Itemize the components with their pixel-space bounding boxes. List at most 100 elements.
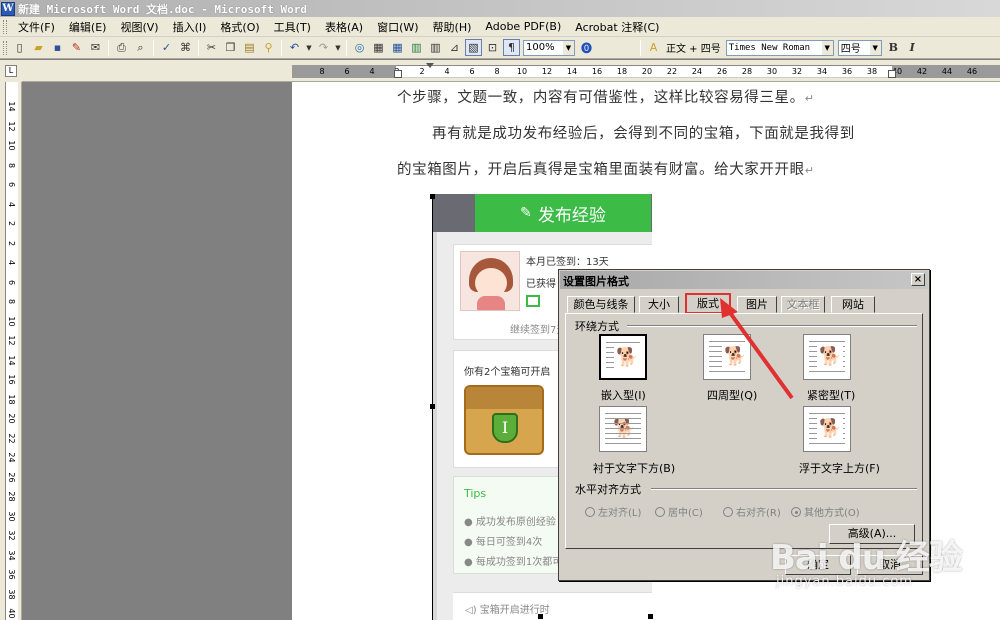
style-select[interactable]: 正文 + 四号: [666, 40, 721, 55]
show-hide-icon[interactable]: ⊡: [484, 39, 501, 56]
dog-image-icon: 🐕: [614, 346, 641, 370]
wrap-square-option[interactable]: 🐕: [703, 334, 751, 380]
wrap-behind-option[interactable]: 🐕: [599, 406, 647, 452]
menu-insert[interactable]: 插入(I): [166, 19, 214, 35]
document-line[interactable]: 的宝箱图片，开启后真得是宝箱里面装有财富。给大家开开眼↵: [397, 158, 815, 179]
paragraph-mark-icon[interactable]: ¶: [503, 39, 520, 56]
ruler-tick-label: 14: [566, 67, 578, 76]
ruler-tick-label: 26: [716, 67, 728, 76]
publish-label: 发布经验: [537, 205, 606, 226]
italic-button[interactable]: I: [904, 39, 921, 56]
document-map-icon[interactable]: ▧: [465, 39, 482, 56]
zoom-value: 100%: [526, 42, 555, 53]
insert-table-icon[interactable]: ▦: [389, 39, 406, 56]
wrap-tight-option[interactable]: 🐕: [803, 334, 851, 380]
save-icon[interactable]: ▪: [49, 39, 66, 56]
calendar-icon: [526, 295, 540, 307]
wrap-inline-option[interactable]: 🐕: [599, 334, 647, 380]
ruler-tick-label: 4: [7, 259, 16, 266]
columns-icon[interactable]: ▥: [427, 39, 444, 56]
document-line[interactable]: 再有就是成功发布经验后，会得到不同的宝箱，下面就是我得到: [432, 122, 855, 143]
align-left-radio[interactable]: 左对齐(L): [585, 504, 641, 519]
tab-website[interactable]: 网站: [831, 296, 875, 313]
radio-label: 左对齐(L): [598, 508, 642, 519]
undo-dropdown-icon[interactable]: ▼: [305, 39, 313, 56]
ruler-tick-label: 2: [7, 240, 16, 246]
menu-table[interactable]: 表格(A): [318, 19, 370, 35]
resize-handle[interactable]: [430, 194, 435, 199]
menubar-grip-icon[interactable]: [3, 19, 7, 34]
menu-help[interactable]: 帮助(H): [426, 19, 479, 35]
ruler-tick-label: 12: [7, 120, 16, 132]
ruler-tick-label: 32: [791, 67, 803, 76]
tab-layout[interactable]: 版式: [685, 293, 731, 314]
paste-icon[interactable]: ▤: [241, 39, 258, 56]
first-line-indent-icon[interactable]: [426, 63, 434, 68]
tab-selector-icon[interactable]: L: [5, 65, 17, 77]
indent-marker-icon[interactable]: [394, 70, 402, 78]
menu-tools[interactable]: 工具(T): [267, 19, 318, 35]
tab-size[interactable]: 大小: [639, 296, 679, 313]
tab-picture[interactable]: 图片: [737, 296, 777, 313]
align-right-radio[interactable]: 右对齐(R): [723, 504, 781, 519]
menu-format[interactable]: 格式(O): [213, 19, 266, 35]
toolbar-separator: [640, 39, 641, 56]
new-document-icon[interactable]: ▯: [11, 39, 28, 56]
wrap-square-label: 四周型(Q): [707, 389, 758, 402]
menu-view[interactable]: 视图(V): [113, 19, 165, 35]
help-icon[interactable]: ⓿: [578, 39, 595, 56]
radio-circle-icon: [723, 506, 733, 517]
menu-adobe-pdf[interactable]: Adobe PDF(B): [478, 20, 568, 33]
chevron-down-icon[interactable]: ▼: [821, 40, 833, 55]
align-center-radio[interactable]: 居中(C): [655, 504, 703, 519]
format-painter-icon[interactable]: ⚲: [260, 39, 277, 56]
undo-icon[interactable]: ↶: [286, 39, 303, 56]
close-icon[interactable]: ×: [911, 273, 925, 286]
resize-handle[interactable]: [538, 614, 543, 619]
font-size-select[interactable]: 四号 ▼: [837, 39, 882, 56]
print-preview-icon[interactable]: ⌕: [132, 39, 149, 56]
dialog-title-bar[interactable]: 设置图片格式 ×: [560, 271, 928, 289]
drawing-icon[interactable]: ⊿: [446, 39, 463, 56]
bold-button[interactable]: B: [885, 39, 902, 56]
font-select[interactable]: Times New Roman ▼: [725, 39, 834, 56]
tables-borders-icon[interactable]: ▦: [370, 39, 387, 56]
redo-dropdown-icon[interactable]: ▼: [334, 39, 342, 56]
email-icon[interactable]: ✉: [87, 39, 104, 56]
zoom-select[interactable]: 100% ▼: [523, 39, 575, 56]
horizontal-ruler[interactable]: 8642246810121416182022242628303234363840…: [22, 60, 1000, 82]
align-other-radio[interactable]: 其他方式(O): [791, 504, 860, 519]
dialog-title: 设置图片格式: [563, 275, 629, 288]
ruler-tick-label: 32: [7, 530, 16, 541]
resize-handle[interactable]: [430, 404, 435, 409]
document-line[interactable]: 个步骤，文题一致，内容有可借鉴性，这样比较容易得三星。↵: [397, 86, 815, 107]
chevron-down-icon[interactable]: ▼: [869, 40, 881, 55]
menu-acrobat-comments[interactable]: Acrobat 注释(C): [568, 19, 666, 35]
menu-window[interactable]: 窗口(W): [370, 19, 425, 35]
print-icon[interactable]: ⎙: [113, 39, 130, 56]
ruler-tick-label: 20: [641, 67, 653, 76]
ruler-tick-label: 24: [7, 452, 16, 463]
ruler-tick-label: 38: [7, 588, 16, 600]
image-side-strip: [433, 232, 437, 620]
menu-edit[interactable]: 编辑(E): [62, 19, 114, 35]
research-icon[interactable]: ⌘: [177, 39, 194, 56]
chevron-down-icon[interactable]: ▼: [563, 40, 574, 55]
tab-colors-lines[interactable]: 颜色与线条: [567, 296, 635, 313]
right-indent-icon[interactable]: [888, 70, 896, 78]
spelling-icon[interactable]: ✓: [158, 39, 175, 56]
menu-file[interactable]: 文件(F): [11, 19, 62, 35]
redo-icon[interactable]: ↷: [315, 39, 332, 56]
cut-icon[interactable]: ✂: [203, 39, 220, 56]
vertical-ruler[interactable]: 14 12 10 8 6 4 2 2 4 6 8 10 12 14 16 18 20 22 24 26 28 30 32 34…: [0, 82, 22, 620]
styles-formatting-icon[interactable]: A: [645, 39, 662, 56]
resize-handle[interactable]: [648, 614, 653, 619]
copy-icon[interactable]: ❐: [222, 39, 239, 56]
toolbar-grip-icon[interactable]: [3, 40, 7, 55]
insert-excel-icon[interactable]: ▥: [408, 39, 425, 56]
open-folder-icon[interactable]: ▰: [30, 39, 47, 56]
hyperlink-icon[interactable]: ◎: [351, 39, 368, 56]
wrap-front-option[interactable]: 🐕: [803, 406, 851, 452]
radio-label: 其他方式(O): [804, 508, 860, 519]
permission-icon[interactable]: ✎: [68, 39, 85, 56]
